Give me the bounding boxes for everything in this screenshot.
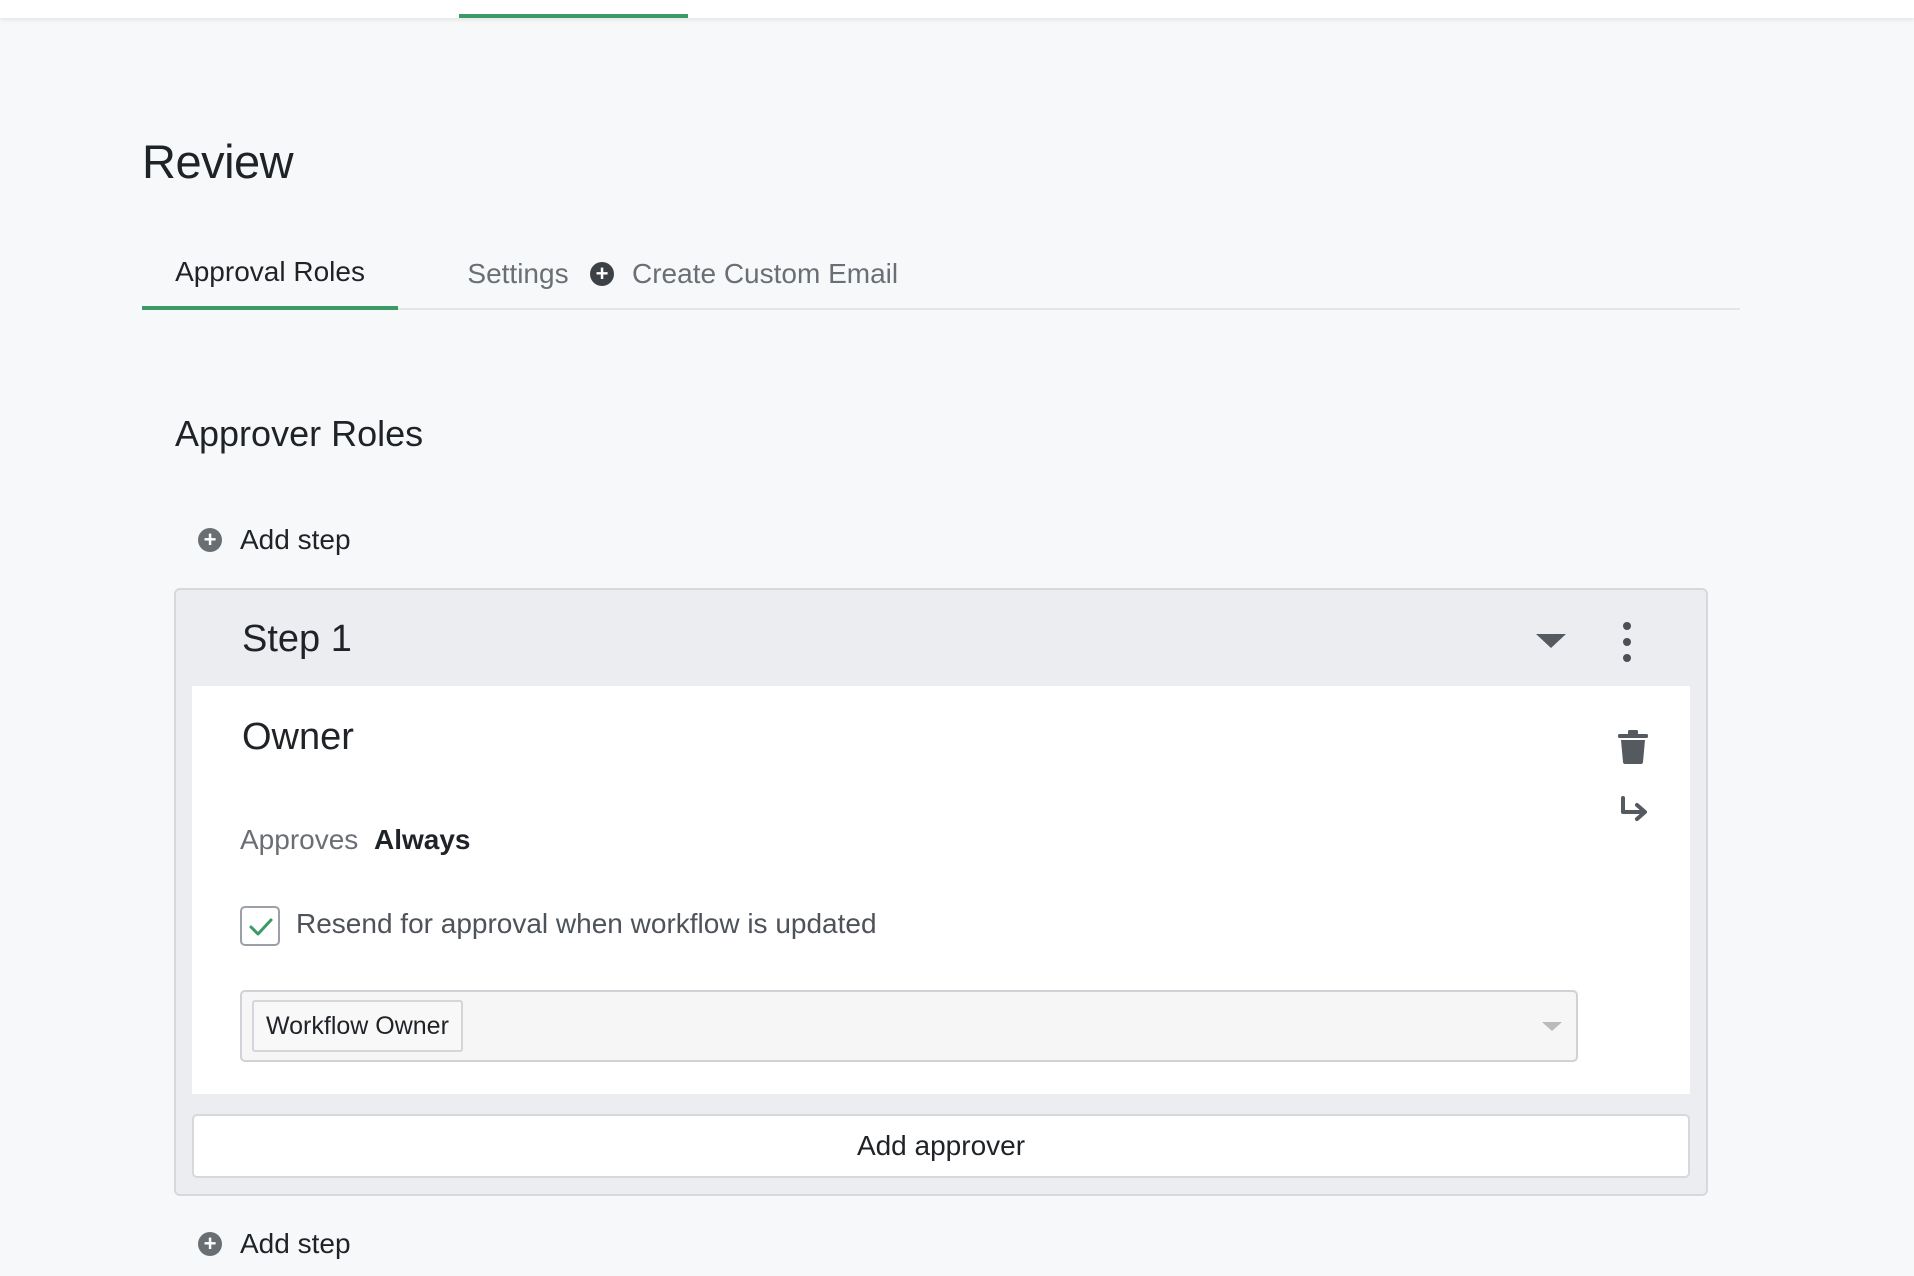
selected-approver-tag[interactable]: Workflow Owner <box>252 1000 463 1052</box>
more-options-icon[interactable] <box>1620 622 1634 662</box>
trash-icon[interactable] <box>1618 730 1648 764</box>
tag-label: Workflow Owner <box>266 1011 449 1040</box>
step-title: Step 1 <box>242 618 352 660</box>
approver-card: Owner Approves Always Resend for approva… <box>192 686 1690 1094</box>
plus-circle-icon: + <box>590 262 614 286</box>
step-card: Step 1 Owner Approves Always Resend for … <box>174 588 1708 1196</box>
add-approver-button[interactable]: Add approver <box>192 1114 1690 1178</box>
add-step-button[interactable]: + Add step <box>198 1224 351 1264</box>
active-nav-indicator <box>459 14 688 18</box>
check-icon <box>249 918 273 936</box>
approver-name: Owner <box>242 716 354 758</box>
add-step-label: Add step <box>240 524 351 555</box>
add-step-button[interactable]: + Add step <box>198 520 351 560</box>
tab-bar: Approval Roles Settings + Create Custom … <box>142 238 1740 310</box>
plus-circle-icon: + <box>198 528 222 552</box>
add-step-label: Add step <box>240 1228 351 1259</box>
page-title: Review <box>142 135 294 188</box>
tab-settings[interactable]: Settings <box>428 238 608 310</box>
redirect-arrow-icon[interactable] <box>1618 796 1650 824</box>
tab-label: Settings <box>467 258 569 289</box>
resend-checkbox-label[interactable]: Resend for approval when workflow is upd… <box>296 908 877 940</box>
tab-label: Create Custom Email <box>632 258 899 289</box>
plus-circle-icon: + <box>198 1232 222 1256</box>
approver-select[interactable]: Workflow Owner <box>240 990 1578 1062</box>
tab-approval-roles[interactable]: Approval Roles <box>142 238 398 310</box>
tab-label: Approval Roles <box>175 256 365 287</box>
chevron-down-icon[interactable] <box>1542 1022 1562 1031</box>
caret-down-icon[interactable] <box>1536 634 1566 648</box>
resend-checkbox[interactable] <box>240 906 280 946</box>
section-title: Approver Roles <box>175 413 424 454</box>
top-navigation-bar <box>0 0 1914 18</box>
approves-label: Approves <box>240 824 359 855</box>
tab-create-custom-email[interactable]: + Create Custom Email <box>590 238 898 310</box>
approves-value[interactable]: Always <box>374 824 471 856</box>
